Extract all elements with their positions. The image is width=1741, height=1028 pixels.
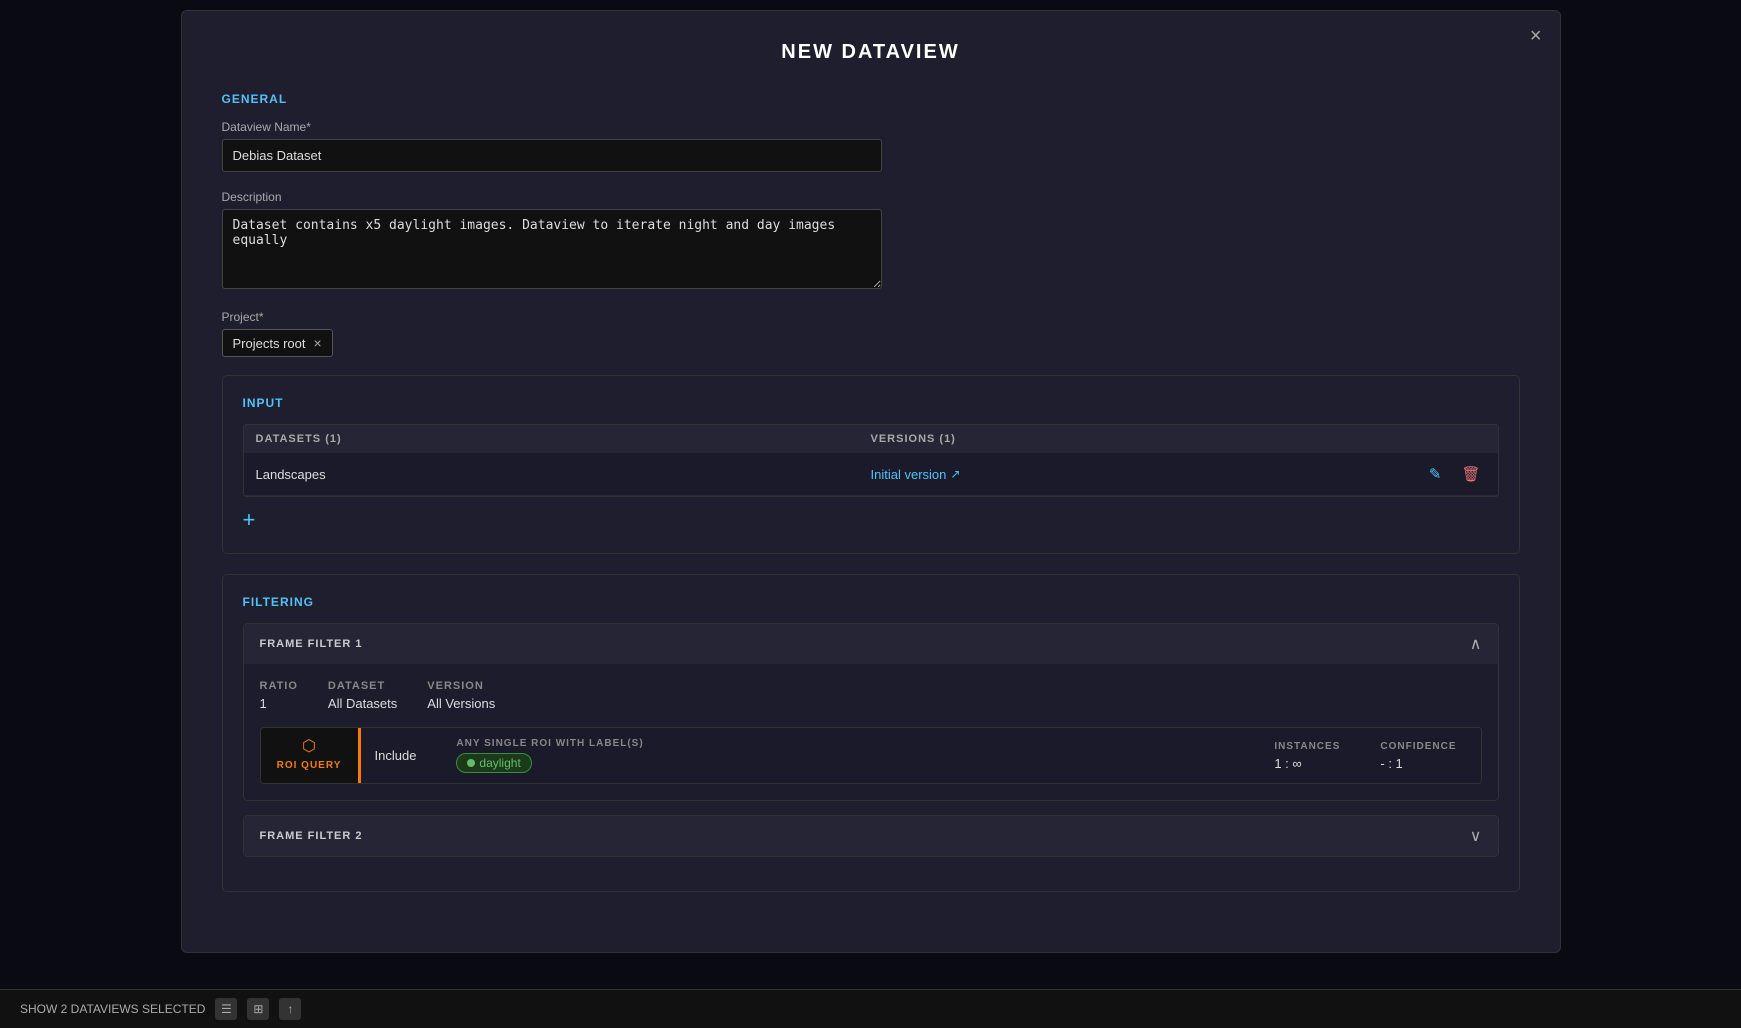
dataset-col-label: DATASET xyxy=(328,680,397,692)
version-label: Initial version xyxy=(871,467,947,482)
dataview-name-field: Dataview Name* xyxy=(222,120,1520,172)
version-link[interactable]: Initial version ↗ xyxy=(871,467,1424,482)
version-col-label: VERSION xyxy=(427,680,495,692)
bottom-bar-icon-2[interactable]: ⊞ xyxy=(247,998,269,1020)
add-dataset-button[interactable]: + xyxy=(243,507,256,533)
version-col-value: All Versions xyxy=(427,696,495,711)
edit-button[interactable]: ✎ xyxy=(1424,463,1447,485)
bottom-bar-icon-1[interactable]: ☰ xyxy=(215,998,237,1020)
filtering-panel: FILTERING FRAME FILTER 1 RATIO 1 DATASET xyxy=(222,574,1520,892)
ratio-value: 1 xyxy=(260,696,298,711)
include-section: Include xyxy=(375,748,417,763)
description-label: Description xyxy=(222,190,1520,204)
daylight-chip: daylight xyxy=(456,753,531,773)
project-chip: Projects root × xyxy=(222,329,333,357)
frame-filter-2: FRAME FILTER 2 xyxy=(243,815,1499,857)
dataview-name-label: Dataview Name* xyxy=(222,120,1520,134)
label-chips: daylight xyxy=(456,753,643,773)
filter1-top-row: RATIO 1 DATASET All Datasets VERSION All… xyxy=(260,680,1482,711)
filter2-header[interactable]: FRAME FILTER 2 xyxy=(244,816,1498,856)
bottom-bar-text: SHOW 2 DATAVIEWS SELECTED xyxy=(20,1002,205,1016)
label-dot xyxy=(467,759,475,767)
project-chip-clear[interactable]: × xyxy=(313,335,321,351)
description-field: Description Dataset contains x5 daylight… xyxy=(222,190,1520,292)
roi-right: INSTANCES 1 : ∞ CONFIDENCE - : 1 xyxy=(1274,741,1466,771)
label-section: ANY SINGLE ROI WITH LABEL(S) daylight xyxy=(456,738,643,773)
version-col: VERSION All Versions xyxy=(427,680,495,711)
general-section-label: GENERAL xyxy=(222,92,1520,106)
close-button[interactable]: × xyxy=(1530,25,1542,48)
confidence-label: CONFIDENCE xyxy=(1380,741,1456,752)
instances-value: 1 : ∞ xyxy=(1274,756,1340,771)
filter2-title: FRAME FILTER 2 xyxy=(260,830,363,842)
datasets-header: DATASETS (1) xyxy=(256,433,871,445)
input-panel: INPUT DATASETS (1) VERSIONS (1) Landscap… xyxy=(222,375,1520,554)
bottom-bar: SHOW 2 DATAVIEWS SELECTED ☰ ⊞ ↑ xyxy=(0,989,1741,1028)
input-table-header: DATASETS (1) VERSIONS (1) xyxy=(244,425,1498,453)
filter1-title: FRAME FILTER 1 xyxy=(260,638,363,650)
roi-row: ⬡ ROI QUERY Include ANY SINGLE ROI WITH … xyxy=(260,727,1482,784)
modal-overlay: × NEW DATAVIEW GENERAL Dataview Name* De… xyxy=(0,0,1741,1028)
version-cell: Initial version ↗ xyxy=(871,467,1424,482)
include-label: Include xyxy=(375,748,417,763)
filter1-body: RATIO 1 DATASET All Datasets VERSION All… xyxy=(244,664,1498,800)
delete-button[interactable]: 🗑 xyxy=(1456,463,1485,485)
filter1-header[interactable]: FRAME FILTER 1 xyxy=(244,624,1498,664)
confidence-value: - : 1 xyxy=(1380,756,1456,771)
project-field: Project* Projects root × xyxy=(222,310,1520,357)
ratio-label: RATIO xyxy=(260,680,298,692)
new-dataview-modal: × NEW DATAVIEW GENERAL Dataview Name* De… xyxy=(181,10,1561,953)
table-row: Landscapes Initial version ↗ ✎ 🗑 xyxy=(244,453,1498,496)
instances-label: INSTANCES xyxy=(1274,741,1340,752)
dataset-col-value: All Datasets xyxy=(328,696,397,711)
project-chip-text: Projects root xyxy=(233,336,306,351)
dataset-name: Landscapes xyxy=(256,467,871,482)
input-section-label: INPUT xyxy=(243,396,1499,410)
roi-tag: ROI QUERY xyxy=(277,760,342,771)
roi-icon: ⬡ xyxy=(302,736,316,756)
filtering-section-label: FILTERING xyxy=(243,595,1499,609)
project-label: Project* xyxy=(222,310,1520,324)
description-input[interactable]: Dataset contains x5 daylight images. Dat… xyxy=(222,209,882,289)
roi-content: Include ANY SINGLE ROI WITH LABEL(S) day… xyxy=(361,728,1481,783)
daylight-label: daylight xyxy=(479,756,520,770)
filter2-expand-icon[interactable] xyxy=(1470,826,1482,846)
versions-header: VERSIONS (1) xyxy=(871,433,1486,445)
frame-filter-1: FRAME FILTER 1 RATIO 1 DATASET All Datas… xyxy=(243,623,1499,801)
row-actions: ✎ 🗑 xyxy=(1424,463,1486,485)
bottom-bar-icon-3[interactable]: ↑ xyxy=(279,998,301,1020)
instances-section: INSTANCES 1 : ∞ xyxy=(1274,741,1340,771)
any-single-label: ANY SINGLE ROI WITH LABEL(S) xyxy=(456,738,643,749)
filter1-collapse-icon[interactable] xyxy=(1470,634,1482,654)
modal-title: NEW DATAVIEW xyxy=(222,41,1520,64)
ratio-col: RATIO 1 xyxy=(260,680,298,711)
dataset-col: DATASET All Datasets xyxy=(328,680,397,711)
dataview-name-input[interactable] xyxy=(222,139,882,172)
confidence-section: CONFIDENCE - : 1 xyxy=(1380,741,1456,771)
roi-sidebar: ⬡ ROI QUERY xyxy=(261,728,361,783)
external-link-icon: ↗ xyxy=(950,467,960,481)
